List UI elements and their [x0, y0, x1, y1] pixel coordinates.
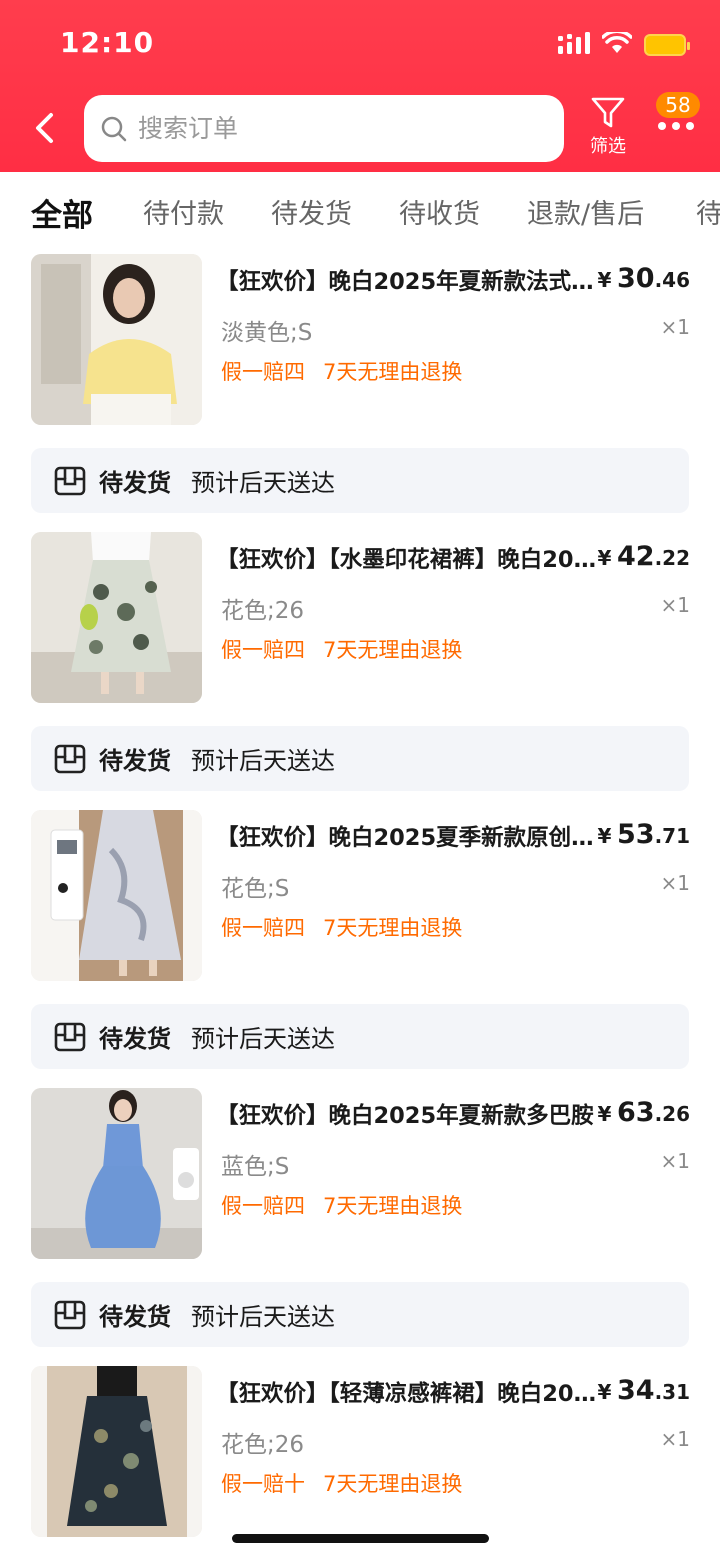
product-variant: 淡黄色;S	[221, 320, 313, 346]
product-variant: 蓝色;S	[221, 1154, 290, 1180]
chevron-left-icon	[36, 113, 53, 143]
guarantee-tag: 假一赔十	[221, 1472, 305, 1496]
tab-pending-review[interactable]: 待	[696, 192, 720, 231]
tab-refund-aftersale[interactable]: 退款/售后	[527, 192, 644, 231]
product-title[interactable]: 【狂欢价】晚白2025夏季新款原创设计	[216, 820, 600, 852]
battery-icon	[644, 34, 690, 56]
product-quantity: ×1	[660, 315, 690, 339]
product-variant: 花色;26	[221, 1432, 305, 1458]
message-count-badge: 58	[656, 92, 700, 118]
wifi-icon	[601, 29, 633, 58]
product-image[interactable]	[31, 254, 202, 425]
return-policy-tag: 7天无理由退换	[323, 1194, 463, 1218]
filter-icon	[591, 97, 625, 128]
product-quantity: ×1	[660, 871, 690, 895]
product-title[interactable]: 【狂欢价】晚白2025年夏新款法式V领衬衫	[216, 264, 600, 296]
guarantee-tag: 假一赔四	[221, 916, 305, 940]
home-indicator[interactable]	[232, 1534, 489, 1543]
product-price: ¥ 53.71	[597, 819, 690, 850]
delivery-estimate: 预计后天送达	[191, 469, 335, 497]
shipping-status-bar[interactable]: 待发货 预计后天送达	[31, 1282, 689, 1347]
product-variant: 花色;S	[221, 876, 290, 902]
service-tags: 假一赔四 7天无理由退换	[221, 912, 462, 942]
search-input[interactable]	[138, 114, 538, 143]
shipping-status-bar[interactable]: 待发货 预计后天送达	[31, 448, 689, 513]
product-title[interactable]: 【狂欢价】晚白2025年夏新款多巴胺	[216, 1098, 600, 1130]
product-title[interactable]: 【狂欢价】【轻薄凉感裤裙】晚白2025	[216, 1376, 600, 1408]
product-quantity: ×1	[660, 593, 690, 617]
tab-pending-payment[interactable]: 待付款	[143, 192, 224, 231]
service-tags: 假一赔十 7天无理由退换	[221, 1468, 462, 1498]
order-item[interactable]: 【狂欢价】【水墨印花裙裤】晚白2025 ¥ 42.22 花色;26 ×1 假一赔…	[0, 528, 720, 704]
return-policy-tag: 7天无理由退换	[323, 638, 463, 662]
product-variant: 花色;26	[221, 598, 305, 624]
tab-pending-receipt[interactable]: 待收货	[399, 192, 480, 231]
delivery-estimate: 预计后天送达	[191, 1303, 335, 1331]
filter-button[interactable]: 筛选	[586, 96, 630, 166]
more-icon	[658, 122, 694, 130]
shipping-status-bar[interactable]: 待发货 预计后天送达	[31, 726, 689, 791]
guarantee-tag: 假一赔四	[221, 1194, 305, 1218]
back-button[interactable]	[26, 106, 62, 150]
return-policy-tag: 7天无理由退换	[323, 360, 463, 384]
filter-label: 筛选	[590, 136, 626, 157]
signal-icon	[558, 32, 590, 58]
service-tags: 假一赔四 7天无理由退换	[221, 1190, 462, 1220]
shipping-status: 待发货	[99, 747, 171, 775]
product-price: ¥ 63.26	[597, 1097, 690, 1128]
delivery-estimate: 预计后天送达	[191, 1025, 335, 1053]
product-image[interactable]	[31, 532, 202, 703]
status-icons	[558, 29, 690, 58]
search-box[interactable]	[84, 95, 564, 162]
tab-pending-shipment[interactable]: 待发货	[271, 192, 352, 231]
product-price: ¥ 30.46	[597, 263, 690, 294]
service-tags: 假一赔四 7天无理由退换	[221, 634, 462, 664]
tab-all[interactable]: 全部	[31, 190, 93, 235]
return-policy-tag: 7天无理由退换	[323, 916, 463, 940]
service-tags: 假一赔四 7天无理由退换	[221, 356, 462, 386]
product-image[interactable]	[31, 1366, 202, 1537]
product-price: ¥ 34.31	[597, 1375, 690, 1406]
order-tabs: 全部 待付款 待发货 待收货 退款/售后 待	[0, 172, 720, 250]
return-policy-tag: 7天无理由退换	[323, 1472, 463, 1496]
top-header: 12:10 搜索订单 筛选 58	[0, 0, 720, 172]
product-image[interactable]	[31, 810, 202, 981]
package-icon	[53, 742, 87, 776]
guarantee-tag: 假一赔四	[221, 360, 305, 384]
order-item[interactable]: 【狂欢价】晚白2025夏季新款原创设计 ¥ 53.71 花色;S ×1 假一赔四…	[0, 806, 720, 982]
order-item[interactable]: 【狂欢价】晚白2025年夏新款多巴胺 ¥ 63.26 蓝色;S ×1 假一赔四 …	[0, 1084, 720, 1260]
order-item[interactable]: 【狂欢价】晚白2025年夏新款法式V领衬衫 ¥ 30.46 淡黄色;S ×1 假…	[0, 250, 720, 426]
more-button[interactable]: 58	[652, 92, 702, 152]
product-quantity: ×1	[660, 1427, 690, 1451]
package-icon	[53, 1298, 87, 1332]
shipping-status: 待发货	[99, 1303, 171, 1331]
product-price: ¥ 42.22	[597, 541, 690, 572]
package-icon	[53, 464, 87, 498]
product-image[interactable]	[31, 1088, 202, 1259]
order-item[interactable]: 【狂欢价】【轻薄凉感裤裙】晚白2025 ¥ 34.31 花色;26 ×1 假一赔…	[0, 1362, 720, 1538]
product-quantity: ×1	[660, 1149, 690, 1173]
guarantee-tag: 假一赔四	[221, 638, 305, 662]
product-title[interactable]: 【狂欢价】【水墨印花裙裤】晚白2025	[216, 542, 600, 574]
shipping-status-bar[interactable]: 待发货 预计后天送达	[31, 1004, 689, 1069]
status-time: 12:10	[60, 26, 155, 59]
shipping-status: 待发货	[99, 469, 171, 497]
shipping-status: 待发货	[99, 1025, 171, 1053]
search-icon	[101, 116, 127, 141]
delivery-estimate: 预计后天送达	[191, 747, 335, 775]
package-icon	[53, 1020, 87, 1054]
